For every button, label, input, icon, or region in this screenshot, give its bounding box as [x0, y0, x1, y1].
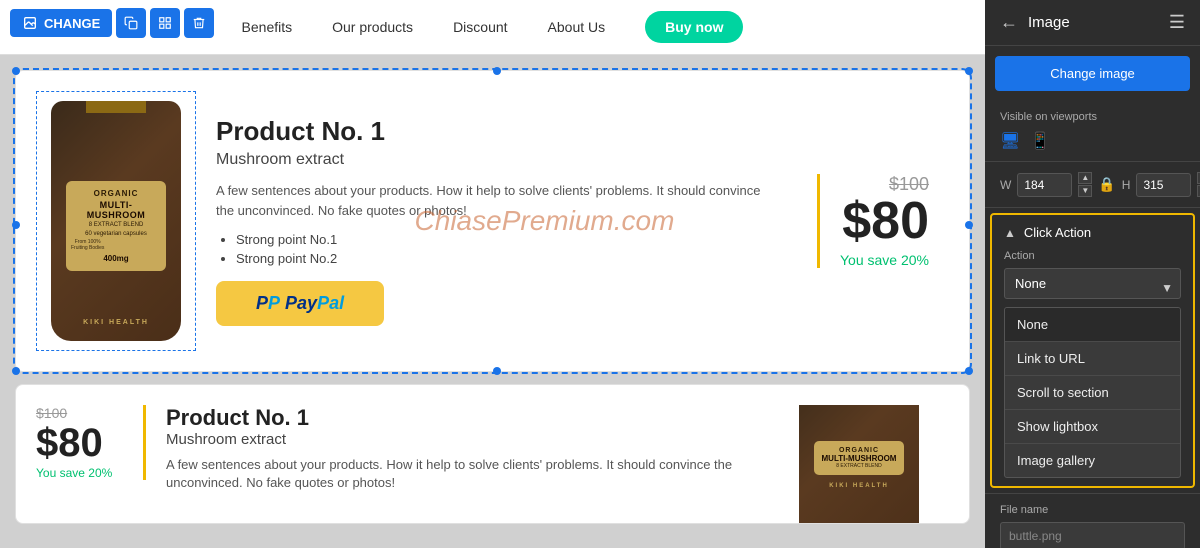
bottle-2: ORGANIC MULTI-MUSHROOM 8 EXTRACT BLEND K…	[799, 405, 919, 524]
product-card-2[interactable]: $100 $80 You save 20% Product No. 1 Mush…	[15, 384, 970, 524]
delete-button[interactable]	[184, 8, 214, 38]
change-button[interactable]: CHANGE	[10, 9, 112, 37]
panel-header: ← Image ☰	[985, 0, 1200, 46]
orig-price-2: $100	[36, 405, 67, 421]
product-image-wrapper[interactable]: ORGANIC MULTI-MUSHROOM 8 EXTRACT BLEND 6…	[36, 91, 196, 351]
width-spinner: ▲ ▼	[1078, 172, 1092, 197]
product2-image: ORGANIC MULTI-MUSHROOM 8 EXTRACT BLEND K…	[769, 405, 949, 524]
bullet-2: Strong point No.2	[236, 251, 777, 266]
product2-description: A few sentences about your products. How…	[166, 456, 749, 492]
dimensions-section: W ▲ ▼ 🔒 H ▲ ▼	[985, 162, 1200, 208]
desktop-icon[interactable]: 🖥	[1000, 131, 1020, 151]
right-panel: ← Image ☰ Change image Visible on viewpo…	[985, 0, 1200, 548]
lock-icon[interactable]: 🔒	[1098, 176, 1115, 193]
current-price: $80	[842, 195, 929, 247]
file-section: File name X ▲ ▼ Y ▲ ▼	[985, 493, 1200, 548]
action-select[interactable]: None Link to URL Scroll to section Show …	[1004, 268, 1181, 299]
chevron-icon: ▲	[1004, 226, 1016, 240]
product-subtitle: Mushroom extract	[216, 151, 777, 169]
click-action-section: ▲ Click Action Action None Link to URL S…	[990, 213, 1195, 488]
editor-toolbar: CHANGE	[10, 8, 214, 38]
mobile-icon[interactable]: 📱	[1030, 131, 1050, 151]
handle-ml[interactable]	[12, 221, 20, 229]
dimension-row: W ▲ ▼ 🔒 H ▲ ▼	[1000, 172, 1185, 197]
handle-bl[interactable]	[12, 367, 20, 375]
viewport-section: Visible on viewports 🖥 📱	[985, 101, 1200, 162]
handle-tm[interactable]	[493, 67, 501, 75]
handle-bm[interactable]	[493, 367, 501, 375]
product-card-1[interactable]: ORGANIC MULTI-MUSHROOM 8 EXTRACT BLEND 6…	[15, 70, 970, 372]
product-title: Product No. 1	[216, 116, 777, 147]
curr-price-2: $80	[36, 421, 103, 466]
save-text: You save 20%	[840, 252, 929, 268]
bullet-list: Strong point No.1 Strong point No.2	[216, 232, 777, 266]
nav-about[interactable]: About Us	[548, 19, 606, 35]
dropdown-option-link[interactable]: Link to URL	[1005, 342, 1180, 376]
product2-subtitle: Mushroom extract	[166, 431, 749, 448]
action-select-wrapper: None Link to URL Scroll to section Show …	[992, 268, 1193, 307]
paypal-button[interactable]: PP PayPal	[216, 281, 384, 326]
navbar: CHANGE Benefits Our products Discount Ab…	[0, 0, 985, 55]
content-area: ORGANIC MULTI-MUSHROOM 8 EXTRACT BLEND 6…	[0, 55, 985, 548]
nav-discount[interactable]: Discount	[453, 19, 507, 35]
panel-menu-button[interactable]: ☰	[1169, 12, 1185, 33]
bottle-image: ORGANIC MULTI-MUSHROOM 8 EXTRACT BLEND 6…	[51, 101, 181, 341]
main-content: CHANGE Benefits Our products Discount Ab…	[0, 0, 985, 548]
payment-section: PP PayPal	[216, 281, 777, 326]
nav-products[interactable]: Our products	[332, 19, 413, 35]
height-input[interactable]	[1136, 173, 1191, 197]
duplicate-button[interactable]	[116, 8, 146, 38]
handle-br[interactable]	[965, 367, 973, 375]
handle-tr[interactable]	[965, 67, 973, 75]
nav-benefits[interactable]: Benefits	[242, 19, 293, 35]
save-2: You save 20%	[36, 466, 112, 480]
width-input[interactable]	[1017, 173, 1072, 197]
dropdown-option-scroll[interactable]: Scroll to section	[1005, 376, 1180, 410]
width-down[interactable]: ▼	[1078, 185, 1092, 197]
change-image-button[interactable]: Change image	[995, 56, 1190, 91]
bottle-cap	[86, 101, 146, 113]
handle-tl[interactable]	[12, 67, 20, 75]
viewport-label: Visible on viewports	[1000, 111, 1185, 123]
product2-info: Product No. 1 Mushroom extract A few sen…	[166, 405, 749, 492]
product-description: A few sentences about your products. How…	[216, 181, 777, 220]
click-action-title: Click Action	[1024, 225, 1091, 240]
bullet-1: Strong point No.1	[236, 232, 777, 247]
width-up[interactable]: ▲	[1078, 172, 1092, 184]
dropdown-option-none[interactable]: None	[1005, 308, 1180, 342]
grid-button[interactable]	[150, 8, 180, 38]
viewport-icons: 🖥 📱	[1000, 131, 1185, 151]
product-info: Product No. 1 Mushroom extract A few sen…	[216, 116, 777, 326]
action-label: Action	[992, 250, 1193, 268]
click-action-header[interactable]: ▲ Click Action	[992, 215, 1193, 250]
width-label: W	[1000, 178, 1011, 192]
dropdown-menu: None Link to URL Scroll to section Show …	[1004, 307, 1181, 478]
buy-now-button[interactable]: Buy now	[645, 11, 743, 43]
price-section: $100 $80 You save 20%	[817, 174, 949, 268]
price-column-2: $100 $80 You save 20%	[36, 405, 146, 480]
height-label: H	[1122, 178, 1131, 192]
file-label: File name	[1000, 504, 1185, 516]
file-name-input[interactable]	[1000, 522, 1185, 548]
product2-title: Product No. 1	[166, 405, 749, 431]
dropdown-option-lightbox[interactable]: Show lightbox	[1005, 410, 1180, 444]
panel-title: Image	[1028, 14, 1159, 31]
handle-mr[interactable]	[965, 221, 973, 229]
bottle-label: ORGANIC MULTI-MUSHROOM 8 EXTRACT BLEND 6…	[66, 181, 166, 271]
dropdown-option-gallery[interactable]: Image gallery	[1005, 444, 1180, 477]
panel-back-button[interactable]: ←	[1000, 12, 1018, 33]
